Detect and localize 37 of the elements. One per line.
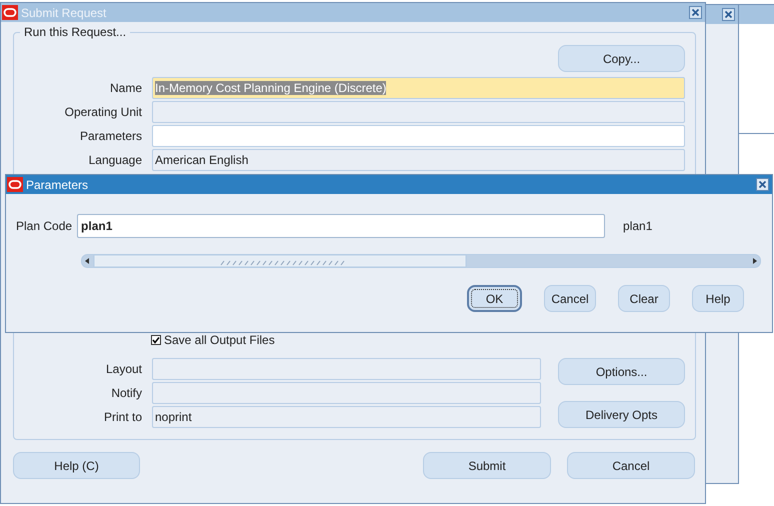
cancel-button[interactable]: Cancel xyxy=(567,452,695,479)
delivery-options-button[interactable]: Delivery Opts xyxy=(558,401,685,428)
window-title: Submit Request xyxy=(21,6,108,20)
text-field[interactable] xyxy=(152,382,541,404)
field-description: plan1 xyxy=(623,219,652,233)
help-button[interactable]: Help (C) xyxy=(13,452,140,479)
plan-code-field[interactable]: plan1 xyxy=(77,214,606,238)
close-icon[interactable] xyxy=(756,178,769,191)
dialog-title: Parameters xyxy=(26,178,90,192)
field-label: Layout xyxy=(104,362,142,376)
logo-icon xyxy=(7,177,23,192)
field-label: Name xyxy=(108,81,142,95)
dialog-button[interactable]: OK xyxy=(467,285,522,312)
checkbox[interactable] xyxy=(151,335,161,345)
text-field[interactable] xyxy=(152,101,685,123)
group-title: Run this Request... xyxy=(23,25,128,39)
close-icon[interactable] xyxy=(689,6,702,19)
dialog-button[interactable]: Cancel xyxy=(544,285,596,312)
field-label: Parameters xyxy=(78,129,142,143)
field-label: Print to xyxy=(102,410,142,424)
options-button[interactable]: Options... xyxy=(558,358,685,385)
close-icon[interactable] xyxy=(722,8,735,21)
text-field[interactable] xyxy=(152,358,541,380)
logo-icon xyxy=(2,5,18,20)
submit-button[interactable]: Submit xyxy=(423,452,551,479)
checkbox-label: Save all Output Files xyxy=(164,333,275,347)
field-label: Language xyxy=(88,153,142,167)
field-label: Operating Unit xyxy=(64,105,142,119)
copy-button[interactable]: Copy... xyxy=(558,45,685,72)
field-label: Notify xyxy=(110,386,142,400)
text-field[interactable]: American English xyxy=(152,149,685,171)
horizontal-scrollbar[interactable] xyxy=(81,254,761,268)
dialog-button[interactable]: Clear xyxy=(618,285,670,312)
dialog-button[interactable]: Help xyxy=(692,285,744,312)
text-field[interactable]: noprint xyxy=(152,406,541,428)
field-label: Plan Code xyxy=(16,219,72,233)
text-field[interactable] xyxy=(152,125,685,147)
